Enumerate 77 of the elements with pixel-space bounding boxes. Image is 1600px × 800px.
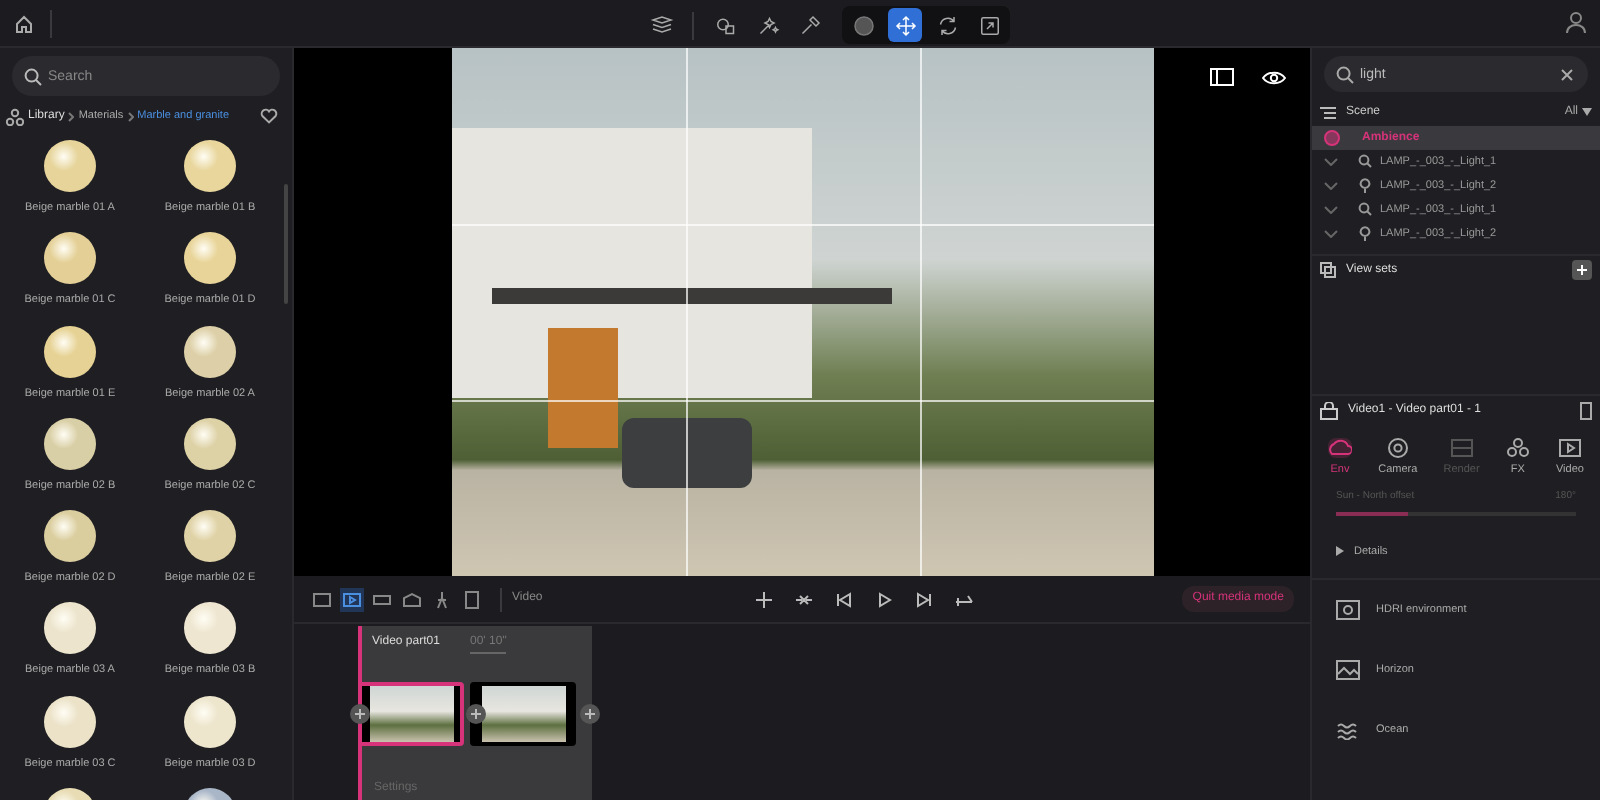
camera-lock-icon xyxy=(1320,402,1338,420)
page-icon xyxy=(462,589,482,609)
hdri-icon xyxy=(1336,600,1360,620)
add-icon xyxy=(754,590,774,610)
light-pin-icon xyxy=(1358,178,1372,194)
user-icon xyxy=(1564,10,1588,34)
plus-icon xyxy=(584,708,596,720)
scrollbar-thumb[interactable] xyxy=(284,184,288,304)
close-icon[interactable] xyxy=(1560,67,1574,81)
dropper-icon xyxy=(797,13,821,37)
view-sets-icon xyxy=(1320,262,1336,278)
timeline-tool-button[interactable] xyxy=(460,587,484,611)
scale-icon xyxy=(977,13,1001,37)
eye-icon xyxy=(1262,69,1286,85)
chevron-icon[interactable] xyxy=(1324,206,1338,214)
frame-icon xyxy=(372,589,392,609)
add-clip-button[interactable] xyxy=(350,704,370,724)
clip-thumbnail xyxy=(369,686,453,742)
heart-icon[interactable] xyxy=(260,108,278,124)
shapes-icon xyxy=(713,13,737,37)
playback-button[interactable] xyxy=(794,590,814,610)
effects-icon xyxy=(1505,438,1530,458)
caret-icon xyxy=(1582,108,1592,116)
video-clip[interactable] xyxy=(470,682,576,746)
timeline-tool-button[interactable] xyxy=(310,587,334,611)
panel-icon xyxy=(1210,68,1234,86)
triangle-icon xyxy=(1336,546,1344,557)
chevron-right-icon xyxy=(68,111,75,121)
playback-button[interactable] xyxy=(834,590,854,610)
skip-back-icon xyxy=(834,590,854,610)
layers-icon xyxy=(649,13,673,37)
search-icon xyxy=(1336,65,1354,83)
timeline-tool-button[interactable] xyxy=(340,587,364,611)
waves-icon xyxy=(1336,720,1360,740)
add-clip-button[interactable] xyxy=(580,704,600,724)
plus-icon xyxy=(1576,264,1588,276)
library-icon xyxy=(6,107,24,125)
clip-icon xyxy=(312,589,332,609)
cloud-icon xyxy=(1328,438,1352,458)
globe-icon xyxy=(1324,130,1340,146)
sparkle-icon xyxy=(755,13,779,37)
playback-button[interactable] xyxy=(874,590,894,610)
panel-toggle-button[interactable] xyxy=(1210,68,1234,86)
video-clip[interactable] xyxy=(358,682,464,746)
chevron-icon[interactable] xyxy=(1324,158,1338,166)
cube-icon xyxy=(402,589,422,609)
playback-button[interactable] xyxy=(914,590,934,610)
search-icon xyxy=(24,67,42,85)
split-icon xyxy=(794,590,814,610)
circle-icon xyxy=(851,13,875,37)
light-pin-icon xyxy=(1358,226,1372,242)
video-icon xyxy=(342,589,362,609)
chevron-icon[interactable] xyxy=(1324,230,1338,238)
aperture-icon xyxy=(1385,438,1410,458)
visibility-button[interactable] xyxy=(1262,68,1286,86)
playback-button[interactable] xyxy=(754,590,774,610)
chevron-right-icon xyxy=(127,111,134,121)
move-icon xyxy=(893,13,917,37)
clip-thumbnail xyxy=(481,686,565,742)
play-icon xyxy=(874,590,894,610)
person-icon xyxy=(432,589,452,609)
timeline-tool-button[interactable] xyxy=(400,587,424,611)
home-icon xyxy=(14,13,34,33)
plus-icon xyxy=(470,708,482,720)
video-icon xyxy=(1557,438,1582,458)
user-button[interactable] xyxy=(1564,10,1588,34)
horizon-icon xyxy=(1336,660,1360,680)
list-icon xyxy=(1320,105,1336,119)
tool-button[interactable] xyxy=(888,8,922,42)
render-icon xyxy=(1449,438,1474,458)
chevron-icon[interactable] xyxy=(1324,182,1338,190)
phone-icon[interactable] xyxy=(1580,402,1592,420)
add-view-set-button[interactable] xyxy=(1572,260,1592,280)
slider-track[interactable] xyxy=(1336,511,1576,516)
skip-forward-icon xyxy=(914,590,934,610)
plus-icon xyxy=(354,708,366,720)
rotate-icon xyxy=(935,13,959,37)
